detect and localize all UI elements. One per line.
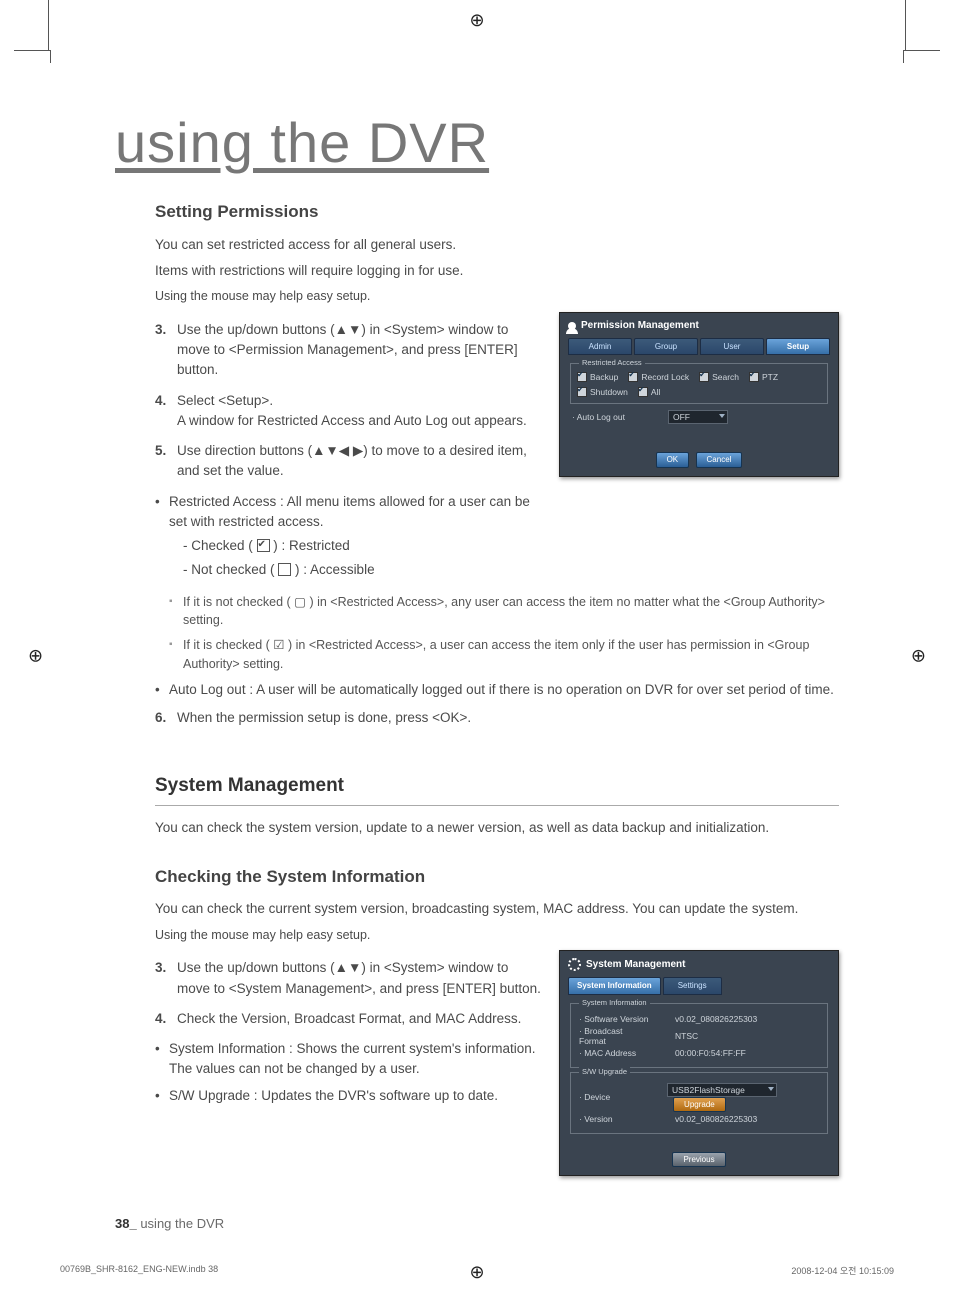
perm-intro: Items with restrictions will require log… (155, 261, 839, 281)
step-number: 5. (155, 441, 166, 461)
step-number: 4. (155, 391, 166, 411)
restricted-access-bullet: Restricted Access : All menu items allow… (155, 492, 543, 581)
setting-permissions-heading: Setting Permissions (155, 199, 839, 225)
fieldset-legend: Restricted Access (579, 358, 645, 367)
checking-sysinfo-heading: Checking the System Information (155, 864, 839, 890)
tab-admin[interactable]: Admin (568, 338, 632, 356)
page-number: 38_ (115, 1216, 137, 1231)
note-unchecked: If it is not checked ( ▢ ) in <Restricte… (169, 593, 839, 631)
chk-ptz[interactable]: PTZ (749, 372, 778, 382)
mac-value: 00:00:F0:54:FF:FF (675, 1048, 746, 1058)
chk-backup[interactable]: Backup (577, 372, 618, 382)
page-title: using the DVR (115, 110, 839, 175)
fieldset-legend: System Information (579, 998, 650, 1007)
bf-label: · Broadcast Format (579, 1026, 651, 1046)
gear-icon (568, 958, 581, 971)
system-information-fieldset: System Information · Software Versionv0.… (570, 1003, 828, 1068)
tab-settings[interactable]: Settings (663, 977, 722, 995)
sysinfo-bullet: System Information : Shows the current s… (155, 1039, 543, 1080)
perm-intro: You can set restricted access for all ge… (155, 235, 839, 255)
registration-mark-icon: ⊕ (28, 645, 43, 666)
panel-title: System Management (586, 959, 685, 971)
step-number: 4. (155, 1009, 166, 1029)
print-timestamp: 2008-12-04 오전 10:15:09 (791, 1264, 894, 1277)
checkbox-checked-icon (257, 539, 270, 552)
step-text: Select <Setup>. A window for Restricted … (177, 393, 527, 428)
step-text: Use the up/down buttons (▲▼) in <System>… (177, 322, 518, 378)
version-label: · Version (579, 1114, 651, 1124)
person-icon (568, 322, 576, 330)
step-number: 6. (155, 708, 166, 728)
version-value: v0.02_080826225303 (675, 1114, 757, 1124)
cancel-button[interactable]: Cancel (696, 452, 743, 468)
step-number: 3. (155, 320, 166, 340)
mac-label: · MAC Address (579, 1048, 651, 1058)
tab-system-information[interactable]: System Information (568, 977, 661, 995)
system-management-panel: System Management System Information Set… (559, 950, 839, 1176)
checkbox-unchecked-icon (278, 563, 291, 576)
perm-mouse-hint: Using the mouse may help easy setup. (155, 287, 839, 306)
step-text: When the permission setup is done, press… (177, 710, 471, 725)
registration-mark-icon: ⊕ (911, 645, 926, 666)
print-file: 00769B_SHR-8162_ENG-NEW.indb 38 (60, 1264, 218, 1277)
system-management-heading: System Management (155, 772, 839, 806)
step-number: 3. (155, 958, 166, 978)
page-footer: 38_ using the DVR (115, 1216, 839, 1231)
autolog-dropdown[interactable]: OFF (668, 410, 728, 424)
sysinfo-desc: You can check the current system version… (155, 899, 839, 919)
previous-button[interactable]: Previous (672, 1152, 725, 1168)
chk-shutdown[interactable]: Shutdown (577, 387, 628, 397)
registration-mark-icon: ⊕ (469, 10, 484, 31)
panel-title: Permission Management (581, 320, 699, 332)
sysinfo-mouse-hint: Using the mouse may help easy setup. (155, 926, 839, 945)
footer-text: using the DVR (140, 1216, 224, 1231)
sw-upgrade-fieldset: S/W Upgrade · Device USB2FlashStorage Up… (570, 1072, 828, 1134)
tab-user[interactable]: User (700, 338, 764, 356)
chk-record-lock[interactable]: Record Lock (628, 372, 689, 382)
swver-value: v0.02_080826225303 (675, 1014, 757, 1024)
tab-group[interactable]: Group (634, 338, 698, 356)
swver-label: · Software Version (579, 1014, 651, 1024)
note-checked: If it is checked ( ☑ ) in <Restricted Ac… (169, 636, 839, 674)
step-text: Check the Version, Broadcast Format, and… (177, 1011, 521, 1026)
chk-search[interactable]: Search (699, 372, 739, 382)
step-text: Use the up/down buttons (▲▼) in <System>… (177, 960, 541, 995)
unchecked-explain: - Not checked ( ) : Accessible (183, 560, 543, 580)
print-footer: 00769B_SHR-8162_ENG-NEW.indb 38 2008-12-… (60, 1264, 894, 1277)
bf-value: NTSC (675, 1031, 698, 1041)
sysmgmt-intro: You can check the system version, update… (155, 818, 839, 838)
ok-button[interactable]: OK (656, 452, 690, 468)
fieldset-legend: S/W Upgrade (579, 1067, 630, 1076)
swupgrade-bullet: S/W Upgrade : Updates the DVR's software… (155, 1086, 543, 1106)
device-label: · Device (579, 1092, 643, 1102)
device-dropdown[interactable]: USB2FlashStorage (667, 1083, 777, 1097)
permission-management-panel: Permission Management Admin Group User S… (559, 312, 839, 477)
chk-all[interactable]: All (638, 387, 660, 397)
step-text: Use direction buttons (▲▼◀ ▶) to move to… (177, 443, 527, 478)
checked-explain: - Checked ( ) : Restricted (183, 536, 543, 556)
autologout-bullet: Auto Log out : A user will be automatica… (155, 680, 839, 700)
tab-setup[interactable]: Setup (766, 338, 830, 356)
restricted-access-fieldset: Restricted Access Backup Record Lock Sea… (570, 363, 828, 403)
autolog-label: · Auto Log out (572, 412, 644, 422)
upgrade-button[interactable]: Upgrade (673, 1097, 726, 1113)
